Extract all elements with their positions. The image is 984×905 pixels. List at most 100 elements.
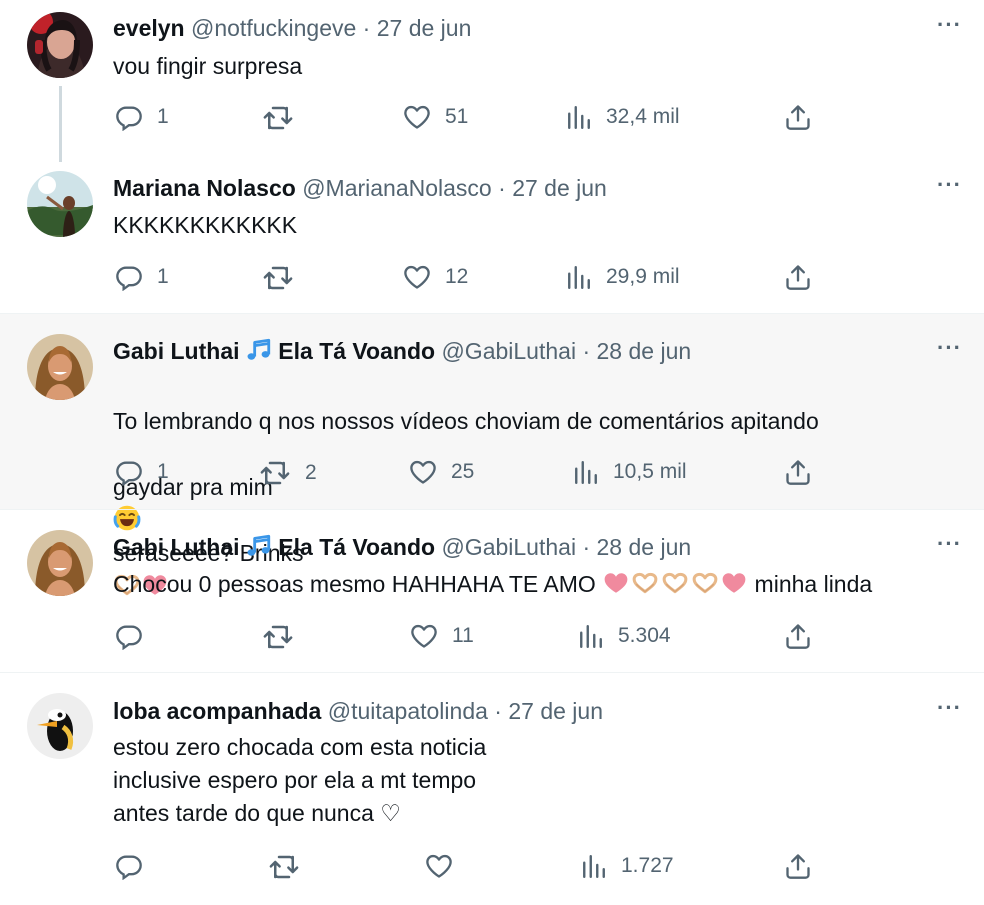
views-count: 5.304 xyxy=(618,624,671,647)
separator-dot: · xyxy=(362,15,371,41)
reply-count: 1 xyxy=(157,460,169,483)
like-icon xyxy=(409,458,437,486)
retweet-button[interactable]: 2 xyxy=(259,458,317,488)
more-icon[interactable]: ··· xyxy=(937,695,962,721)
heart-hands-emoji xyxy=(630,570,660,596)
like-button[interactable]: 25 xyxy=(409,458,474,486)
author-name[interactable]: loba acompanhada xyxy=(113,698,321,724)
author-name[interactable]: Gabi Luthai xyxy=(113,338,240,364)
retweet-button[interactable] xyxy=(268,852,314,882)
retweet-icon xyxy=(262,103,294,133)
avatar-mariana[interactable] xyxy=(27,171,93,237)
reply-button[interactable]: 1 xyxy=(115,263,169,291)
tweet-text: KKKKKKKKKKKK xyxy=(113,212,298,238)
avatar-gabi[interactable] xyxy=(27,530,93,596)
like-icon xyxy=(403,103,431,131)
tweet-header: Gabi Luthai Ela Tá Voando @GabiLuthai · … xyxy=(113,337,691,365)
author-handle[interactable]: @GabiLuthai xyxy=(441,338,576,364)
more-icon[interactable]: ··· xyxy=(937,531,962,557)
retweet-count: 2 xyxy=(305,461,317,484)
views-icon xyxy=(578,622,604,650)
tweet-date[interactable]: 28 de jun xyxy=(597,338,692,364)
author-name-suffix[interactable]: Ela Tá Voando xyxy=(278,534,435,560)
reply-icon xyxy=(115,852,143,880)
share-icon xyxy=(784,852,812,880)
views-icon xyxy=(566,103,592,131)
views-count: 29,9 mil xyxy=(606,265,680,288)
retweet-button[interactable] xyxy=(262,622,308,652)
more-icon[interactable]: ··· xyxy=(937,12,962,38)
more-icon[interactable]: ··· xyxy=(937,335,962,361)
thread-connector-line xyxy=(59,86,62,162)
views-icon xyxy=(566,263,592,291)
share-button[interactable] xyxy=(784,622,812,650)
avatar-evelyn[interactable] xyxy=(27,12,93,78)
views-icon xyxy=(573,458,599,486)
separator-dot: · xyxy=(494,698,502,724)
heart-hands-emoji xyxy=(690,570,720,596)
reply-count: 1 xyxy=(157,105,169,128)
like-count: 51 xyxy=(445,105,469,128)
views-button[interactable]: 10,5 mil xyxy=(573,458,687,486)
reply-button[interactable] xyxy=(115,622,157,650)
views-icon xyxy=(581,852,607,880)
tweet-date[interactable]: 27 de jun xyxy=(377,15,472,41)
share-icon xyxy=(784,103,812,131)
tweet-gabi-1[interactable]: Gabi Luthai Ela Tá Voando @GabiLuthai · … xyxy=(0,314,984,509)
share-button[interactable] xyxy=(784,103,812,131)
author-name-suffix[interactable]: Ela Tá Voando xyxy=(278,338,435,364)
author-handle[interactable]: @MarianaNolasco xyxy=(302,175,492,201)
heart-hands-emoji xyxy=(660,570,690,596)
retweet-icon xyxy=(262,622,294,652)
separator-dot: · xyxy=(582,534,591,560)
like-button[interactable]: 11 xyxy=(410,622,474,650)
author-handle[interactable]: @GabiLuthai xyxy=(441,534,576,560)
views-button[interactable]: 5.304 xyxy=(578,622,671,650)
avatar-loba[interactable] xyxy=(27,693,93,759)
separator-dot: · xyxy=(582,338,591,364)
retweet-icon xyxy=(268,852,300,882)
reply-button[interactable]: 1 xyxy=(115,103,169,131)
tweet-text-segment: minha linda xyxy=(754,571,873,597)
retweet-button[interactable] xyxy=(262,263,308,293)
reply-icon xyxy=(115,263,143,291)
like-button[interactable]: 51 xyxy=(403,103,468,131)
share-button[interactable] xyxy=(784,263,812,291)
like-icon xyxy=(403,263,431,291)
reply-icon xyxy=(115,103,143,131)
share-icon xyxy=(784,263,812,291)
tweet-loba[interactable]: loba acompanhada @tuitapatolinda · 27 de… xyxy=(0,673,984,905)
views-button[interactable]: 1.727 xyxy=(581,852,674,880)
views-button[interactable]: 32,4 mil xyxy=(566,103,680,131)
reply-button[interactable] xyxy=(115,852,157,880)
tweet-gabi-2[interactable]: Gabi Luthai Ela Tá Voando @GabiLuthai · … xyxy=(0,510,984,672)
reply-button[interactable]: 1 xyxy=(115,458,169,486)
avatar-gabi[interactable] xyxy=(27,334,93,400)
author-name[interactable]: Mariana Nolasco xyxy=(113,175,296,201)
tweet-date[interactable]: 27 de jun xyxy=(508,698,603,724)
like-button[interactable] xyxy=(425,852,467,880)
retweet-button[interactable] xyxy=(262,103,308,133)
tweet-date[interactable]: 28 de jun xyxy=(597,534,692,560)
share-button[interactable] xyxy=(784,458,812,486)
share-button[interactable] xyxy=(784,852,812,880)
more-icon[interactable]: ··· xyxy=(937,172,962,198)
author-handle[interactable]: @notfuckingeve xyxy=(191,15,356,41)
reply-icon xyxy=(115,458,143,486)
like-count: 12 xyxy=(445,265,469,288)
author-name[interactable]: evelyn xyxy=(113,15,185,41)
views-count: 1.727 xyxy=(621,854,674,877)
share-icon xyxy=(784,622,812,650)
author-handle[interactable]: @tuitapatolinda xyxy=(328,698,488,724)
tweet-date[interactable]: 27 de jun xyxy=(512,175,607,201)
tweet-text-segment: Chocou 0 pessoas mesmo HAHHAHA TE AMO xyxy=(113,571,596,597)
like-button[interactable]: 12 xyxy=(403,263,468,291)
like-count: 11 xyxy=(452,624,474,647)
retweet-icon xyxy=(259,458,291,488)
like-icon xyxy=(410,622,438,650)
author-name[interactable]: Gabi Luthai xyxy=(113,534,240,560)
tweet-text-line: To lembrando q nos nossos vídeos choviam… xyxy=(113,408,819,434)
retweet-icon xyxy=(262,263,294,293)
views-button[interactable]: 29,9 mil xyxy=(566,263,680,291)
tweet-text: Chocou 0 pessoas mesmo HAHHAHA TE AMO mi… xyxy=(113,568,872,601)
